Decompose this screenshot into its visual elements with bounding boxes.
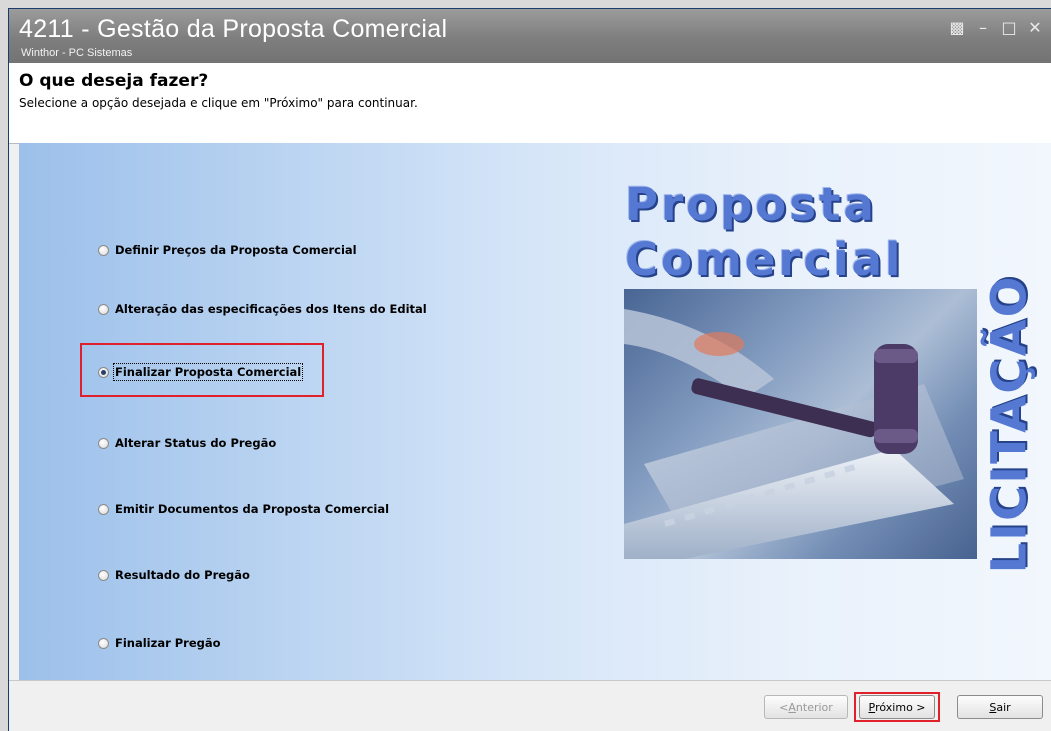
page-instruction: Selecione a opção desejada e clique em "… [19, 96, 418, 110]
radio-button[interactable] [98, 244, 109, 256]
radio-button[interactable] [98, 503, 109, 515]
option-label: Definir Preços da Proposta Comercial [115, 243, 357, 257]
title-bar[interactable]: 4211 - Gestão da Proposta Comercial Wint… [9, 9, 1051, 63]
highlight-box [854, 692, 940, 722]
banner-title-line2: Comercial [625, 233, 904, 286]
anterior-prefix: < [779, 700, 789, 714]
radio-button[interactable] [98, 437, 109, 449]
anterior-rest: nterior [795, 700, 833, 714]
banner-vertical-text: LICITAÇÃO [981, 274, 1037, 574]
option-label: Finalizar Pregão [115, 636, 221, 650]
page-title: O que deseja fazer? [19, 71, 209, 91]
sair-button[interactable]: Sair [957, 695, 1043, 719]
wizard-footer: < Anterior Próximo > Sair [9, 680, 1051, 731]
option-label: Alterar Status do Pregão [115, 436, 277, 450]
minimize-icon[interactable]: – [973, 17, 993, 39]
banner-title-line1: Proposta [625, 178, 877, 231]
highlight-box [80, 343, 324, 397]
options-panel: Definir Preços da Proposta Comercial Alt… [19, 143, 1051, 680]
option-label: Alteração das especificações dos Itens d… [115, 302, 427, 316]
sair-accesskey: S [989, 700, 997, 714]
anterior-accesskey: A [788, 700, 796, 714]
option-finalizar-pregao[interactable]: Finalizar Pregão [98, 632, 221, 654]
option-alteracao-especificacoes[interactable]: Alteração das especificações dos Itens d… [98, 298, 427, 320]
maximize-icon[interactable]: □ [999, 17, 1019, 39]
option-emitir-documentos[interactable]: Emitir Documentos da Proposta Comercial [98, 498, 389, 520]
option-definir-precos[interactable]: Definir Preços da Proposta Comercial [98, 239, 357, 261]
anterior-button[interactable]: < Anterior [764, 695, 848, 719]
close-icon[interactable]: ✕ [1025, 17, 1045, 39]
radio-button[interactable] [98, 569, 109, 581]
option-label: Resultado do Pregão [115, 568, 250, 582]
application-window: 4211 - Gestão da Proposta Comercial Wint… [8, 8, 1051, 731]
window-controls: ▩ – □ ✕ [947, 17, 1045, 39]
banner-vertical-title: LICITAÇÃO [971, 275, 1047, 574]
auction-gavel-image [624, 289, 977, 559]
wizard-header: O que deseja fazer? Selecione a opção de… [9, 63, 1051, 144]
radio-button[interactable] [98, 303, 109, 315]
radio-button[interactable] [98, 637, 109, 649]
sair-rest: air [996, 700, 1011, 714]
option-label: Emitir Documentos da Proposta Comercial [115, 502, 390, 516]
option-alterar-status[interactable]: Alterar Status do Pregão [98, 432, 276, 454]
option-resultado-pregao[interactable]: Resultado do Pregão [98, 564, 250, 586]
window-title: 4211 - Gestão da Proposta Comercial [19, 15, 448, 43]
restore-icon[interactable]: ▩ [947, 17, 967, 39]
window-subtitle: Winthor - PC Sistemas [21, 47, 133, 59]
